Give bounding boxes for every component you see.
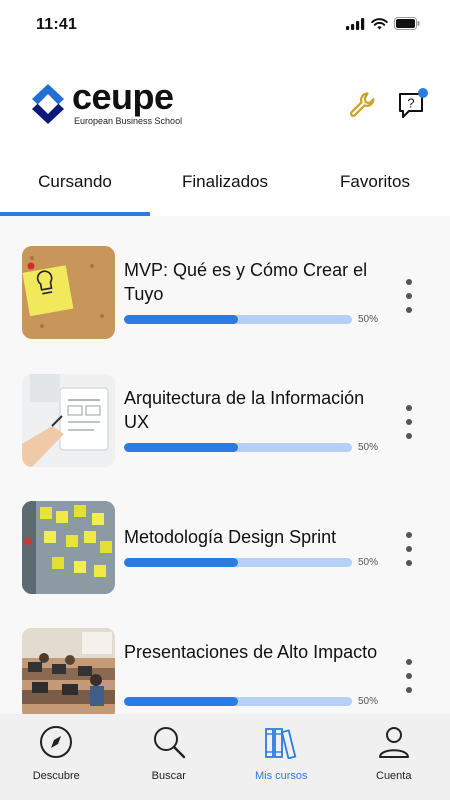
progress-bar bbox=[124, 315, 352, 324]
settings-button[interactable] bbox=[346, 88, 380, 122]
more-options-button[interactable] bbox=[398, 659, 420, 693]
course-item[interactable]: Presentaciones de Alto Impacto 50% bbox=[0, 628, 450, 714]
progress-fill bbox=[124, 443, 238, 452]
status-time: 11:41 bbox=[36, 16, 78, 33]
classroom-image bbox=[22, 628, 115, 714]
brand-logo: ceupe European Business School bbox=[30, 76, 183, 126]
course-title: MVP: Qué es y Cómo Crear el Tuyo bbox=[124, 260, 368, 304]
nav-buscar[interactable]: Buscar bbox=[113, 714, 226, 800]
nav-label: Descubre bbox=[32, 770, 80, 782]
compass-icon bbox=[40, 726, 73, 758]
course-item[interactable]: MVP: Qué es y Cómo Crear el Tuyo 50% bbox=[0, 246, 450, 356]
app-header: ceupe European Business School ? bbox=[0, 52, 450, 150]
tab-favoritos[interactable]: Favoritos bbox=[300, 150, 450, 216]
nav-mis-cursos[interactable]: Mis cursos bbox=[225, 714, 338, 800]
nav-label: Buscar bbox=[151, 770, 186, 782]
more-options-button[interactable] bbox=[398, 279, 420, 313]
course-title: Presentaciones de Alto Impacto bbox=[124, 642, 378, 662]
brand-subtitle: European Business School bbox=[74, 116, 183, 126]
course-item[interactable]: Arquitectura de la Información UX 50% bbox=[0, 374, 450, 484]
progress-percentage: 50% bbox=[358, 442, 379, 453]
help-button[interactable]: ? bbox=[396, 88, 430, 122]
status-icons bbox=[346, 17, 420, 30]
sticky-note-lightbulb-image bbox=[22, 246, 115, 339]
course-item[interactable]: Metodología Design Sprint 50% bbox=[0, 501, 450, 611]
wireframe-notebook-image bbox=[22, 374, 115, 467]
help-chat-icon: ? bbox=[399, 88, 428, 118]
progress-fill bbox=[124, 697, 238, 706]
progress-percentage: 50% bbox=[358, 696, 379, 707]
nav-label: Cuenta bbox=[376, 770, 412, 782]
wrench-icon bbox=[350, 92, 375, 117]
course-thumbnail bbox=[22, 501, 115, 594]
brand-mark-icon bbox=[32, 84, 64, 124]
progress-bar bbox=[124, 558, 352, 567]
nav-descubre[interactable]: Descubre bbox=[0, 714, 113, 800]
progress-fill bbox=[124, 558, 238, 567]
course-tabs: Cursando Finalizados Favoritos bbox=[0, 150, 450, 216]
course-list: MVP: Qué es y Cómo Crear el Tuyo 50% Arq… bbox=[0, 216, 450, 714]
user-icon bbox=[378, 727, 409, 758]
wifi-icon bbox=[371, 17, 388, 29]
battery-icon bbox=[394, 17, 420, 30]
search-icon bbox=[153, 727, 185, 759]
more-options-button[interactable] bbox=[398, 532, 420, 566]
course-title: Arquitectura de la Información UX bbox=[124, 388, 365, 432]
tab-cursando[interactable]: Cursando bbox=[0, 150, 150, 216]
more-options-button[interactable] bbox=[398, 405, 420, 439]
status-bar: 11:41 bbox=[0, 0, 450, 52]
cellular-signal-icon bbox=[346, 17, 365, 30]
progress-percentage: 50% bbox=[358, 314, 379, 325]
progress-percentage: 50% bbox=[358, 557, 379, 568]
course-thumbnail bbox=[22, 374, 115, 467]
bottom-navigation: Descubre Buscar Mis cursos Cuenta bbox=[0, 714, 450, 800]
course-thumbnail bbox=[22, 246, 115, 339]
books-icon bbox=[265, 728, 297, 759]
progress-fill bbox=[124, 315, 238, 324]
course-thumbnail bbox=[22, 628, 115, 714]
course-title: Metodología Design Sprint bbox=[124, 527, 337, 547]
sticky-notes-wall-image bbox=[22, 501, 115, 594]
progress-bar bbox=[124, 697, 352, 706]
progress-bar bbox=[124, 443, 352, 452]
brand-name: ceupe bbox=[72, 76, 174, 117]
nav-cuenta[interactable]: Cuenta bbox=[338, 714, 450, 800]
tab-finalizados[interactable]: Finalizados bbox=[150, 150, 300, 216]
nav-label: Mis cursos bbox=[254, 770, 308, 782]
svg-text:?: ? bbox=[407, 96, 414, 111]
